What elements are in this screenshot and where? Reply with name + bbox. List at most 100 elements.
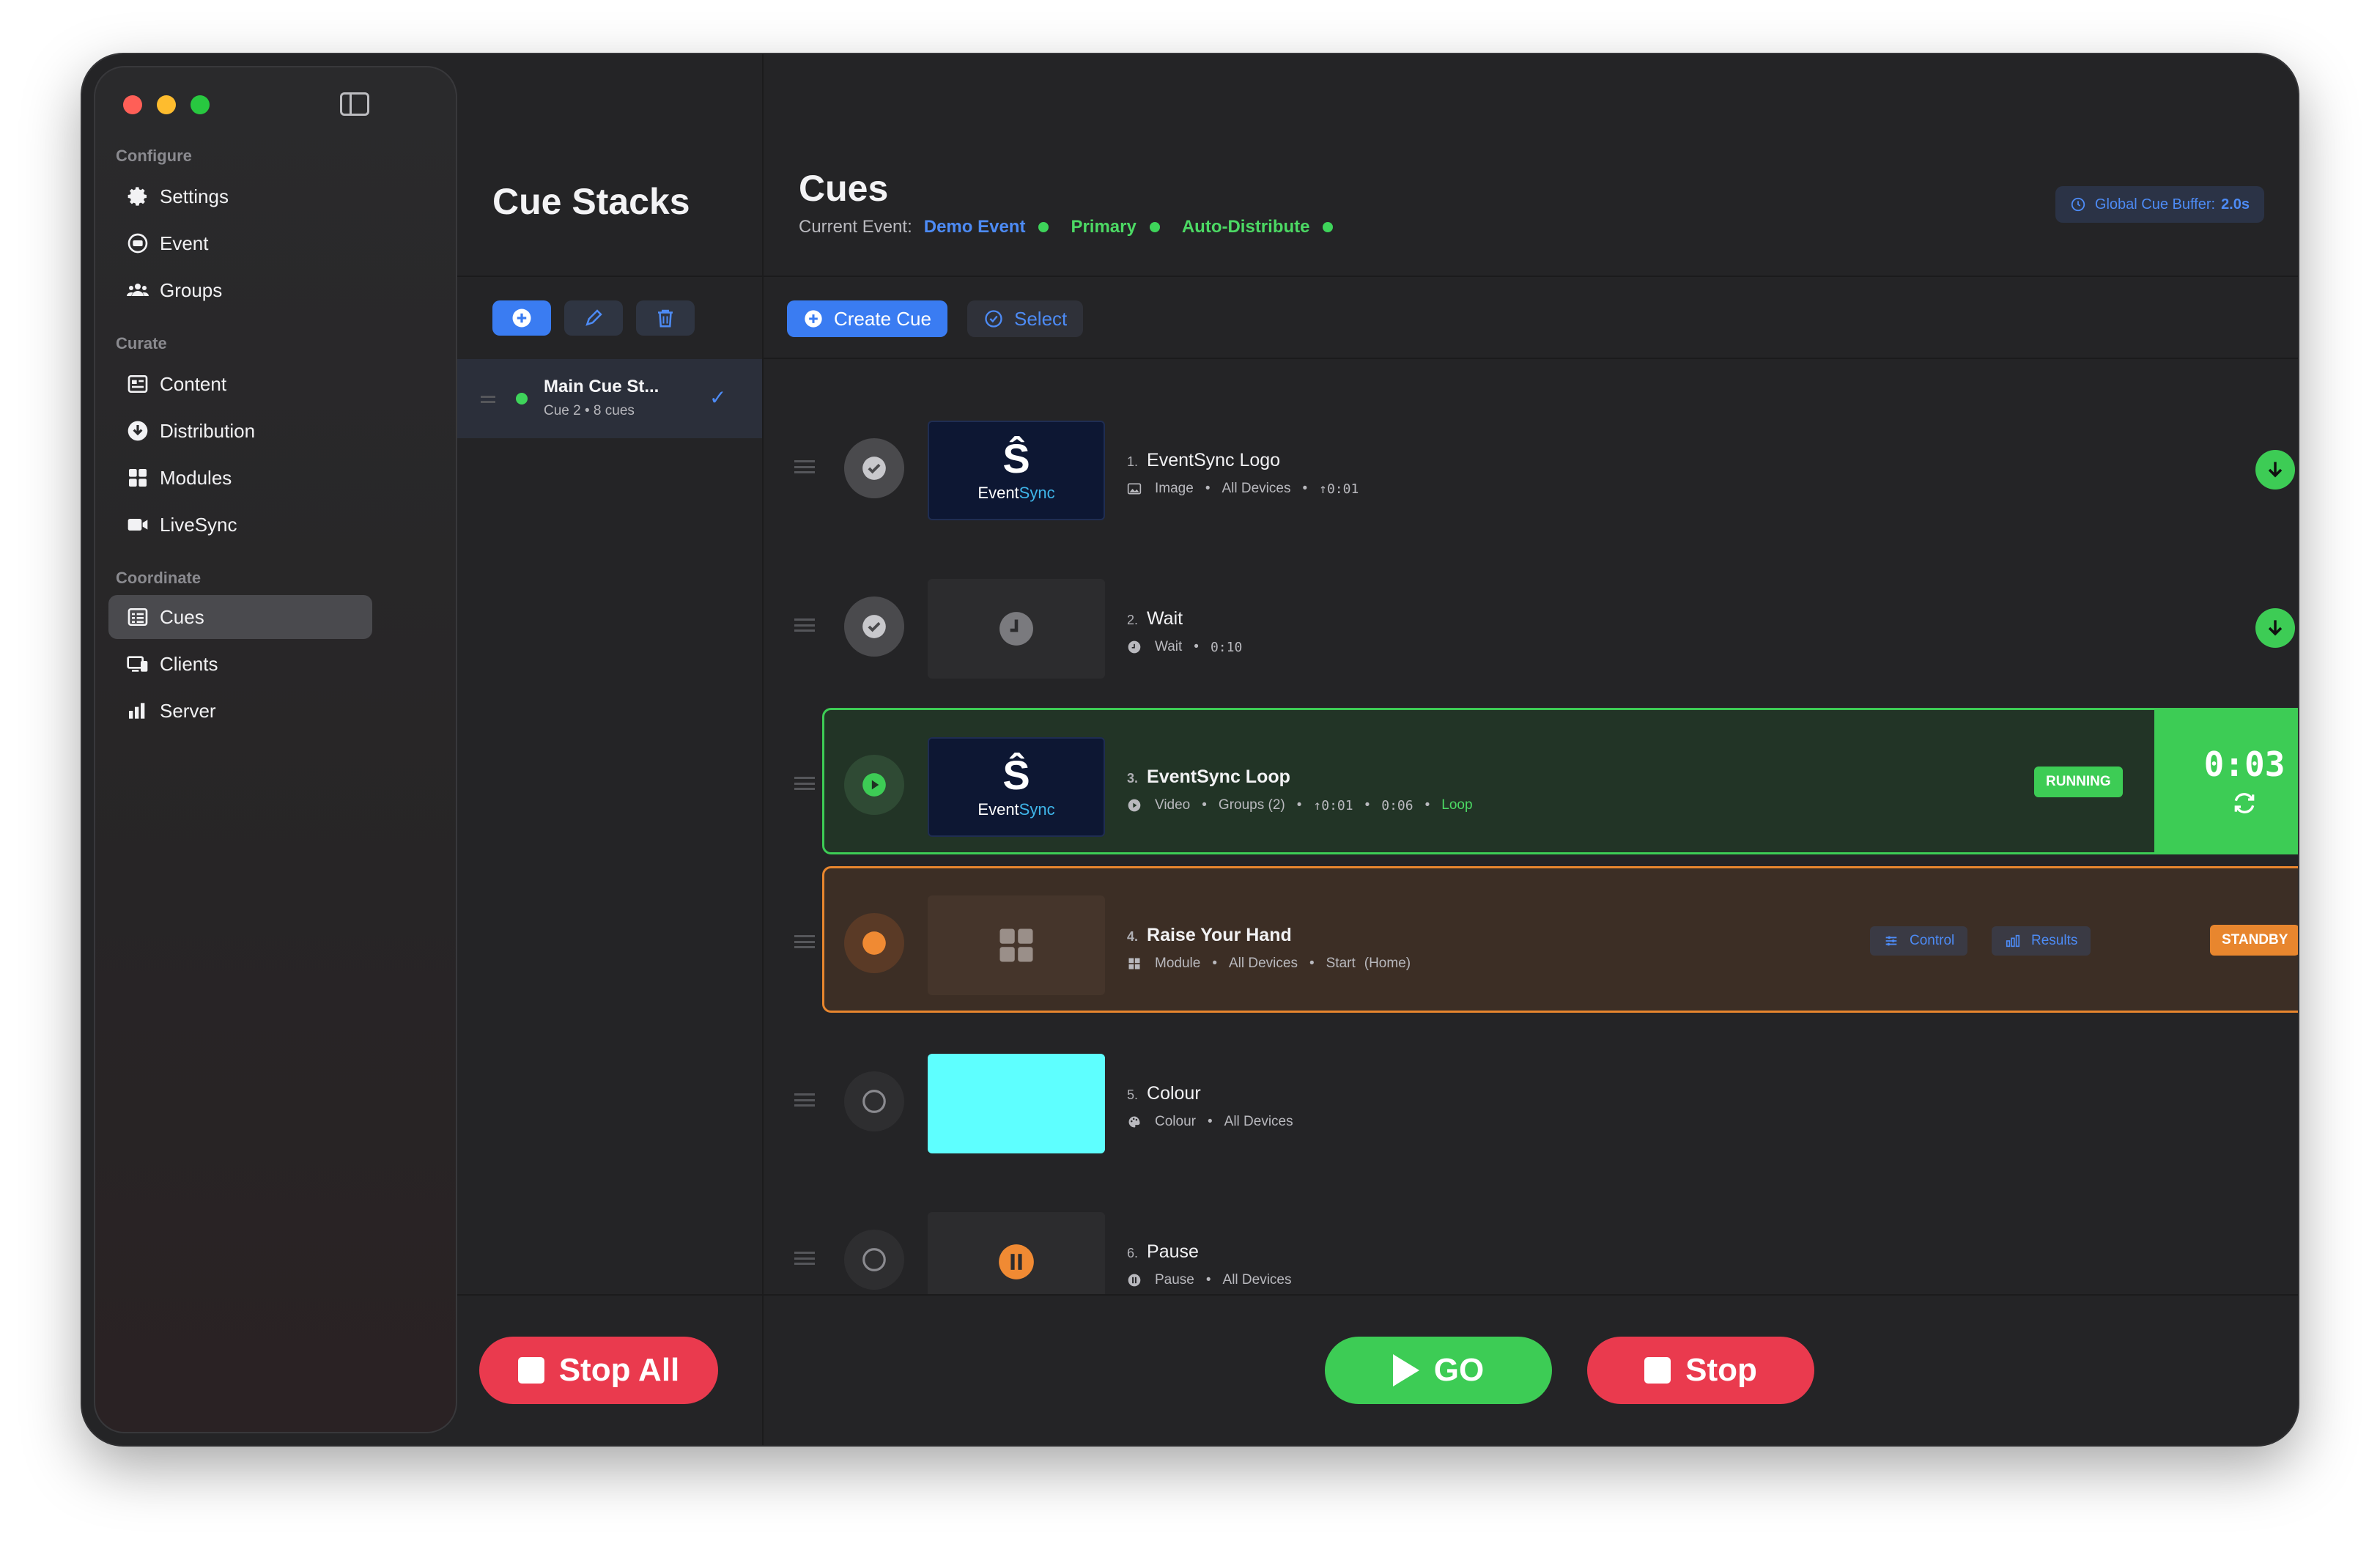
sidebar-item-settings[interactable]: Settings [108, 174, 372, 218]
clock-icon [2071, 197, 2085, 212]
module-grid-icon [999, 928, 1033, 962]
cue-thumbnail: Ŝ EventSync [928, 737, 1105, 837]
select-label: Select [1014, 307, 1068, 330]
cue-title: 6. Pause [1127, 1241, 1199, 1263]
results-button[interactable]: Results [1992, 926, 2091, 956]
cue-state-completed[interactable] [844, 596, 904, 657]
cue-state-playing[interactable] [844, 755, 904, 815]
cue-state-standby[interactable] [844, 913, 904, 973]
separator-dot: • [1205, 481, 1211, 496]
cue-name: EventSync Logo [1147, 450, 1281, 470]
plus-circle-icon [512, 309, 531, 328]
mode-label: Primary [1071, 217, 1137, 237]
create-cue-button[interactable]: Create Cue [787, 300, 947, 337]
sidebar-item-groups[interactable]: Groups [108, 268, 372, 312]
section-title-curate: Curate [116, 334, 167, 352]
delete-stack-button[interactable] [636, 300, 695, 336]
sidebar-item-distribution[interactable]: Distribution [108, 409, 372, 453]
cue-state-completed[interactable] [844, 438, 904, 498]
stop-button[interactable]: Stop [1587, 1337, 1814, 1404]
cue-row-1[interactable]: Ŝ EventSync 1. EventSync Logo Image • All… [764, 388, 2298, 547]
buffer-label: Global Cue Buffer: [2094, 196, 2216, 213]
check-circle-icon [862, 615, 886, 638]
colour-swatch [928, 1054, 1105, 1153]
cue-page: (Home) [1364, 956, 1411, 971]
cue-meta: Pause • All Devices [1127, 1272, 1292, 1288]
logo-word-sync: Sync [1019, 800, 1055, 819]
grid-icon [1127, 956, 1142, 971]
standby-badge: STANDBY [2210, 925, 2298, 956]
event-name-link[interactable]: Demo Event [924, 217, 1026, 237]
sidebar-item-livesync[interactable]: LiveSync [108, 503, 372, 547]
current-event-line: Current Event: Demo Event Primary Auto-D… [799, 217, 1334, 237]
status-dot [516, 393, 528, 405]
control-button[interactable]: Control [1870, 926, 1968, 956]
drag-handle-icon[interactable] [794, 1252, 815, 1265]
section-title-coordinate: Coordinate [116, 569, 202, 587]
sidebar-item-label: Content [160, 372, 227, 395]
sidebar-item-clients[interactable]: Clients [108, 642, 372, 686]
close-window-button[interactable] [123, 95, 142, 114]
cue-name: EventSync Loop [1147, 767, 1290, 787]
go-button[interactable]: GO [1325, 1337, 1552, 1404]
download-circle-icon [122, 419, 154, 443]
cue-type: Video [1155, 797, 1191, 813]
cue-state-idle[interactable] [844, 1071, 904, 1131]
stop-all-button[interactable]: Stop All [479, 1337, 718, 1404]
cue-start-time: ↑0:01 [1313, 797, 1353, 813]
sidebar-item-event[interactable]: Event [108, 221, 372, 265]
sidebar-toggle-icon[interactable] [340, 92, 369, 116]
cue-title: 5. Colour [1127, 1083, 1201, 1104]
trash-icon [658, 309, 673, 328]
create-cue-label: Create Cue [834, 307, 931, 330]
edit-stack-button[interactable] [564, 300, 623, 336]
cue-type: Module [1155, 956, 1201, 971]
cue-target: All Devices [1222, 1272, 1292, 1288]
cue-meta: Video • Groups (2) • ↑0:01 • 0:06 • Loop [1127, 797, 1473, 813]
drag-handle-icon[interactable] [794, 1093, 815, 1107]
cue-row-3[interactable]: 0:03 Ŝ EventSync 3. EventSync Loop Video … [764, 705, 2298, 863]
cue-start-time: ↑0:01 [1319, 481, 1359, 497]
cue-thumbnail [928, 579, 1105, 679]
logo-word-event: Event [978, 800, 1019, 819]
drag-handle-icon[interactable] [794, 618, 815, 632]
cue-target: All Devices [1222, 481, 1291, 496]
cue-number: 3. [1127, 771, 1139, 786]
cue-duration: 0:10 [1210, 639, 1243, 655]
sliders-icon [1885, 936, 1897, 946]
drag-handle-icon[interactable] [481, 396, 495, 403]
cue-row-5[interactable]: 5. Colour Colour • All Devices [764, 1022, 2298, 1180]
cue-name: Raise Your Hand [1147, 925, 1292, 945]
minimize-window-button[interactable] [157, 95, 176, 114]
sidebar-item-server[interactable]: Server [108, 689, 372, 733]
sidebar-item-label: Event [160, 232, 209, 254]
stack-list-item[interactable]: Main Cue St... Cue 2 • 8 cues ✓ [457, 359, 762, 438]
cue-row-4[interactable]: 4. Raise Your Hand Module • All Devices •… [764, 863, 2298, 1022]
stop-square-icon [517, 1357, 544, 1384]
sidebar-item-modules[interactable]: Modules [108, 456, 372, 500]
drag-handle-icon[interactable] [794, 935, 815, 948]
download-arrow-icon[interactable] [2255, 450, 2295, 490]
sidebar-item-content[interactable]: Content [108, 362, 372, 406]
drag-handle-icon[interactable] [794, 777, 815, 790]
zoom-window-button[interactable] [191, 95, 210, 114]
cue-number: 1. [1127, 454, 1139, 469]
cue-row-6[interactable]: 6. Pause Pause • All Devices [764, 1180, 2298, 1294]
results-label: Results [2031, 933, 2078, 948]
add-stack-button[interactable] [492, 300, 551, 336]
drag-handle-icon[interactable] [794, 460, 815, 473]
divider [764, 276, 2298, 277]
pause-circle-icon [999, 1244, 1034, 1279]
cue-title: 2. Wait [1127, 608, 1183, 629]
cue-row-2[interactable]: 2. Wait Wait • 0:10 [764, 547, 2298, 705]
cue-title: 3. EventSync Loop [1127, 767, 1290, 788]
cue-number: 5. [1127, 1087, 1139, 1102]
global-cue-buffer-button[interactable]: Global Cue Buffer: 2.0s [2055, 186, 2264, 223]
cue-state-idle[interactable] [844, 1230, 904, 1290]
cue-target: Groups (2) [1218, 797, 1285, 813]
select-button[interactable]: Select [967, 300, 1084, 337]
sidebar-item-cues[interactable]: Cues [108, 595, 372, 639]
play-icon [1392, 1354, 1419, 1386]
download-arrow-icon[interactable] [2255, 608, 2295, 648]
distribution-label: Auto-Distribute [1181, 217, 1310, 237]
